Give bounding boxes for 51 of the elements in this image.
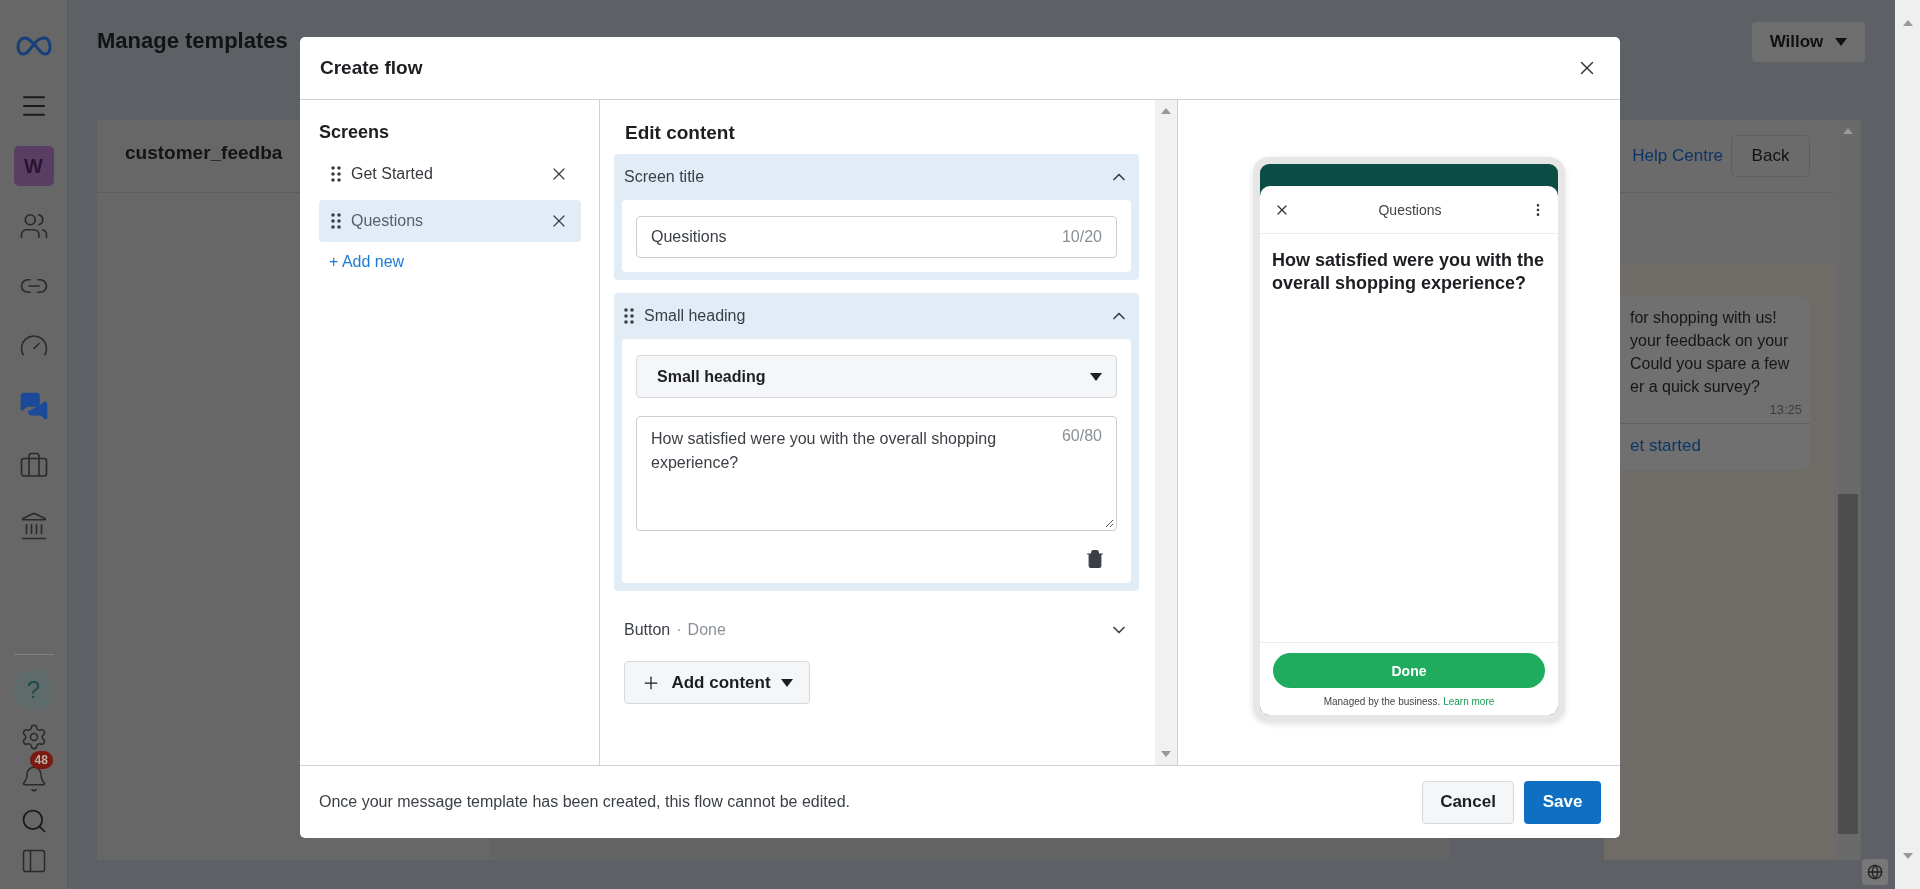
page-scrollbar[interactable] (1895, 0, 1920, 889)
infinity-logo-icon[interactable] (15, 35, 52, 57)
caret-icon (1835, 38, 1848, 46)
type-dropdown[interactable]: Small heading (636, 355, 1117, 398)
char-counter: 10/20 (1061, 228, 1102, 246)
drag-handle-icon[interactable] (331, 213, 341, 229)
dialog-title: Create flow (320, 57, 423, 79)
scroll-up-icon[interactable] (1161, 108, 1171, 114)
scroll-up-icon[interactable] (1842, 128, 1853, 134)
caret-icon (1090, 372, 1102, 381)
separator-dot: · (676, 621, 682, 639)
globe-icon (1867, 864, 1883, 880)
scroll-down-icon[interactable] (1161, 751, 1171, 757)
text-area-field[interactable]: How satisfied were you with the overall shopping experience? 60/80 (636, 416, 1117, 531)
drag-handle-icon[interactable] (624, 308, 634, 324)
message-text: for shopping with us! your feedback on your Could you spare a few er a quick survey? (1629, 308, 1791, 397)
cancel-button[interactable]: Cancel (1422, 780, 1514, 824)
preview-question: How satisfied were you with the overall shopping experience? (1271, 249, 1546, 295)
help-centre-link[interactable]: Help Centre (1632, 146, 1723, 166)
caret-icon (780, 678, 793, 687)
scrollbar[interactable] (1155, 100, 1178, 765)
char-counter: 60/80 (1061, 427, 1102, 446)
title-input-field[interactable]: Quesitions 10/20 (636, 216, 1117, 258)
scrollbar[interactable] (1834, 120, 1861, 860)
edit-heading: Edit content (625, 122, 736, 144)
learn-more-link[interactable]: Learn more (1443, 696, 1495, 707)
section-status: Done (687, 621, 727, 639)
notification-badge: 48 (29, 751, 53, 769)
add-content-button[interactable]: Add content (624, 661, 810, 704)
done-button[interactable]: Done (1273, 653, 1545, 688)
section-label: Small heading (644, 307, 747, 325)
screen-item[interactable]: Questions (319, 200, 581, 242)
add-new-link[interactable]: + Add new (329, 253, 405, 271)
scroll-up-icon[interactable] (1902, 20, 1913, 26)
chat-bubbles-icon (18, 391, 49, 421)
section-label: Button (624, 621, 671, 639)
save-button[interactable]: Save (1524, 780, 1601, 824)
page-title: Manage templates (97, 28, 288, 54)
footer-note: Once your message template has been created, this flow cannot be edited. (319, 793, 850, 811)
scroll-down-icon[interactable] (1902, 853, 1913, 859)
language-button[interactable] (1862, 859, 1888, 885)
resize-grip-icon[interactable] (1104, 518, 1114, 528)
managed-note: Managed by the business. Learn more (1323, 696, 1495, 707)
section-label: Screen title (624, 168, 706, 186)
preview-title: Questions (1378, 201, 1442, 218)
people-icon (18, 211, 49, 241)
trash-icon[interactable] (1085, 549, 1105, 569)
screens-heading: Screens (319, 122, 391, 143)
drag-handle-icon[interactable] (331, 166, 341, 182)
back-button[interactable]: Back (1731, 135, 1810, 177)
account-dropdown[interactable]: Willow (1752, 22, 1865, 62)
